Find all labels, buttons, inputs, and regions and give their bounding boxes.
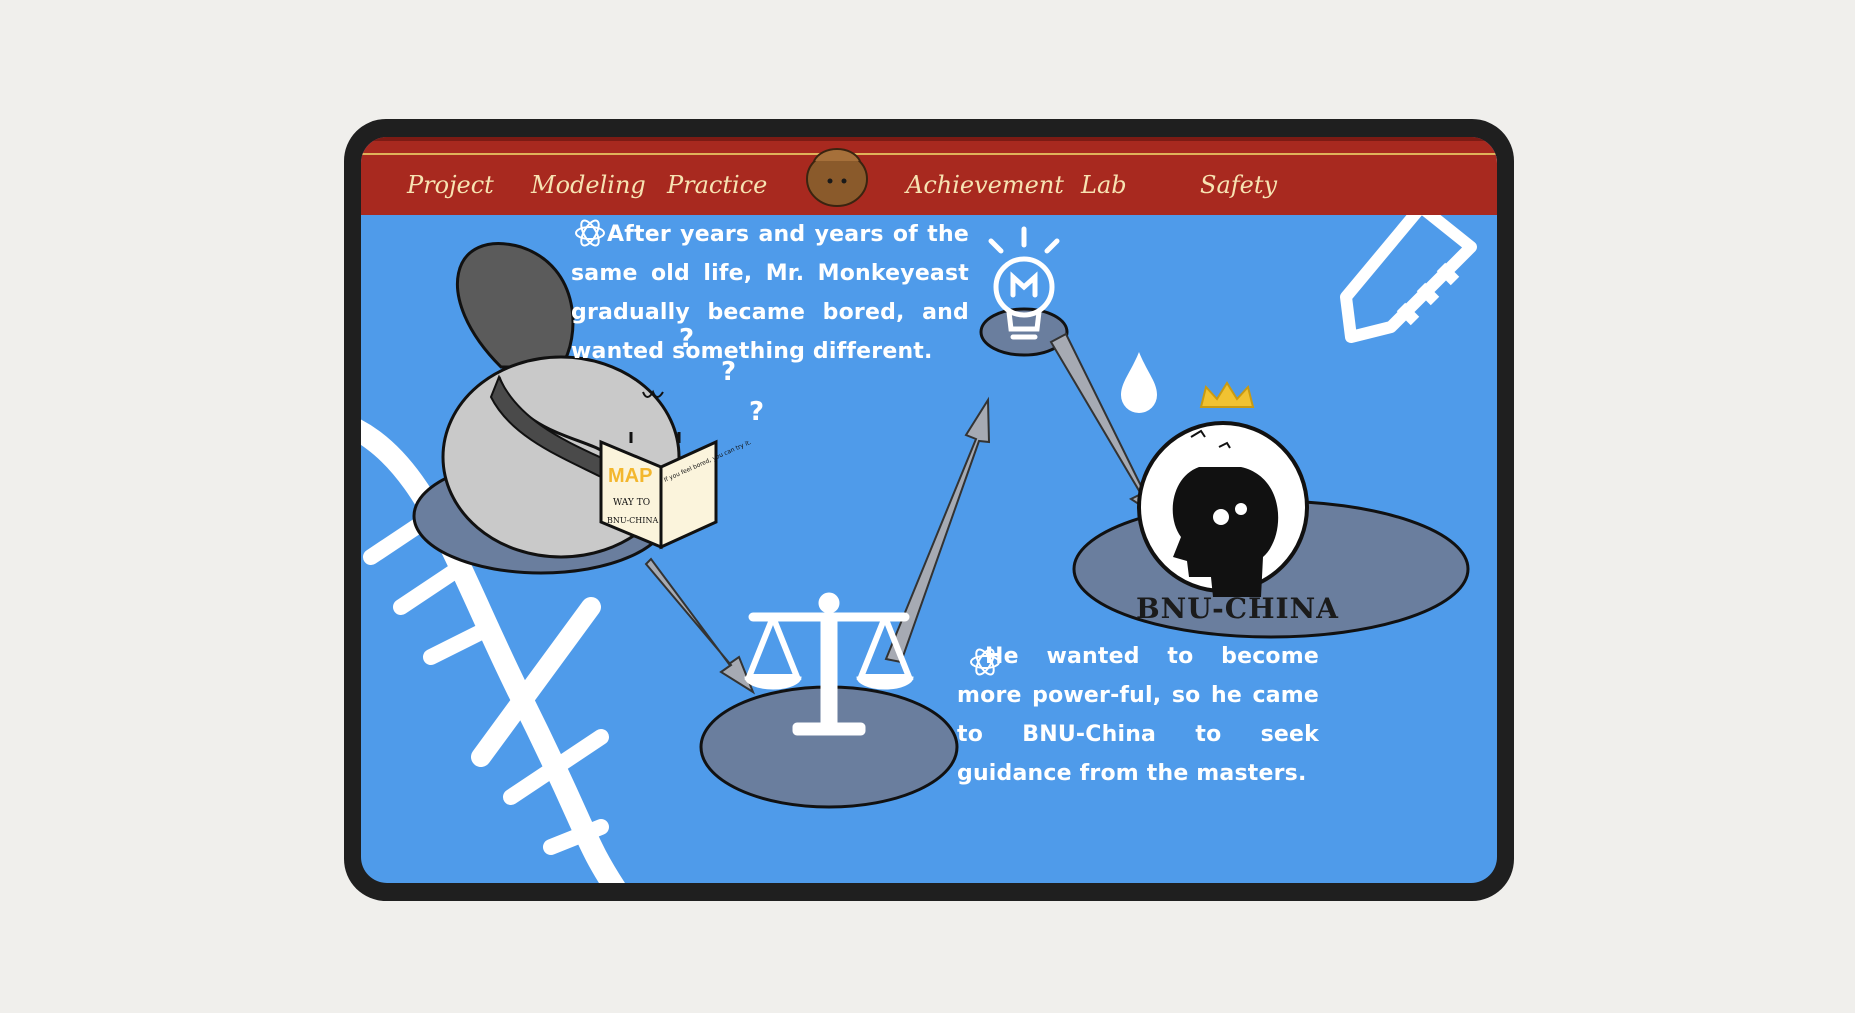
- nav-achievement[interactable]: Achievement: [906, 171, 1064, 199]
- crown-icon: [1199, 381, 1255, 408]
- book-cover-line1: WAY TO: [613, 498, 650, 508]
- nav-practice[interactable]: Practice: [667, 171, 767, 199]
- question-mark-3: ?: [749, 397, 764, 427]
- top-navbar: Project Modeling Practice Achievement La…: [361, 137, 1497, 215]
- story-caption-1: After years and years of the same old li…: [571, 222, 969, 364]
- tablet-screen: MAP WAY TO BNU-CHINA If you feel bored, …: [361, 137, 1497, 883]
- bnu-china-label: BNU-CHINA: [1136, 592, 1339, 625]
- story-caption-2: He wanted to become more power-ful, so h…: [957, 644, 1319, 786]
- nav-modeling[interactable]: Modeling: [531, 171, 646, 199]
- nav-safety[interactable]: Safety: [1200, 171, 1277, 199]
- tablet-frame: MAP WAY TO BNU-CHINA If you feel bored, …: [344, 119, 1514, 901]
- monkey-logo-icon[interactable]: [802, 139, 872, 209]
- navbar-divider: [361, 153, 1497, 155]
- book-cover-line2: BNU-CHINA: [607, 516, 658, 525]
- nav-project[interactable]: Project: [407, 171, 494, 199]
- nav-lab[interactable]: Lab: [1081, 171, 1127, 199]
- droplet-icon: [1121, 352, 1157, 413]
- book-logo: MAP: [608, 465, 652, 487]
